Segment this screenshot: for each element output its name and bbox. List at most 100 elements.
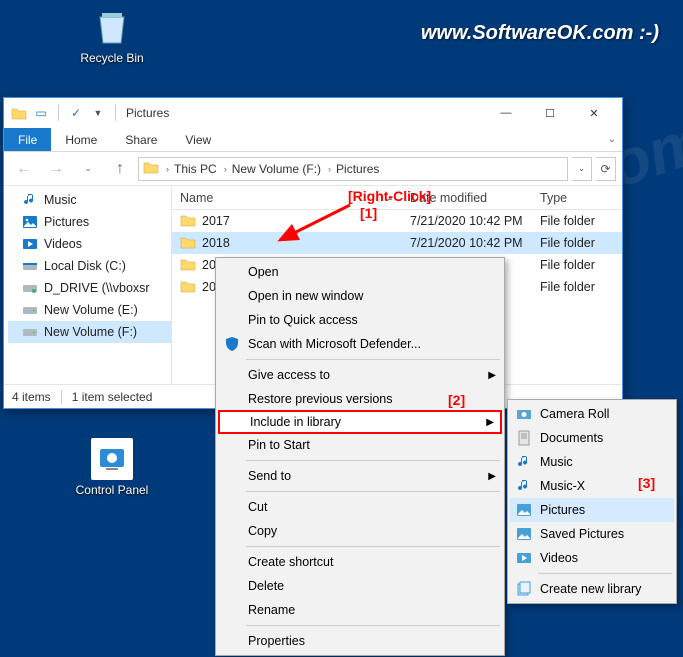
folder-icon xyxy=(180,279,196,296)
context-menu-label: Restore previous versions xyxy=(248,392,393,406)
minimize-button[interactable]: — xyxy=(484,99,528,127)
context-menu-item[interactable]: Delete xyxy=(218,574,502,598)
tree-node[interactable]: Pictures xyxy=(8,211,171,233)
control-panel-label: Control Panel xyxy=(74,483,150,497)
ribbon-expand-icon[interactable]: ⌄ xyxy=(602,128,622,151)
file-row[interactable]: 20187/21/2020 10:42 PMFile folder xyxy=(172,232,622,254)
tree-node[interactable]: Videos xyxy=(8,233,171,255)
context-menu-item[interactable]: Restore previous versions xyxy=(218,387,502,411)
library-menu-item[interactable]: Camera Roll xyxy=(510,402,674,426)
context-menu-item[interactable]: Scan with Microsoft Defender... xyxy=(218,332,502,356)
pic-icon xyxy=(22,214,38,230)
breadcrumb[interactable]: › This PC › New Volume (F:) › Pictures xyxy=(138,157,568,181)
library-menu-label: Pictures xyxy=(540,503,585,517)
chevron-right-icon: ▶ xyxy=(488,370,496,381)
breadcrumb-seg-0[interactable]: This PC xyxy=(174,162,217,176)
breadcrumb-refresh[interactable]: ⟳ xyxy=(596,157,616,181)
quick-access-toolbar: ▭ ✓ ▼ xyxy=(10,104,120,122)
maximize-button[interactable]: ☐ xyxy=(528,99,572,127)
tree-node[interactable]: New Volume (E:) xyxy=(8,299,171,321)
context-menu-item[interactable]: Create shortcut xyxy=(218,550,502,574)
context-menu-item[interactable]: Give access to▶ xyxy=(218,363,502,387)
lib-pic-icon xyxy=(515,525,533,543)
qat-newfolder-icon[interactable]: ✓ xyxy=(67,104,85,122)
ribbon-view[interactable]: View xyxy=(171,128,225,151)
library-menu-item[interactable]: Music xyxy=(510,450,674,474)
context-menu-item[interactable]: Open in new window xyxy=(218,284,502,308)
file-name: 2017 xyxy=(202,214,230,228)
context-menu-item[interactable]: Send to▶ xyxy=(218,464,502,488)
library-menu-item[interactable]: Create new library xyxy=(510,577,674,601)
breadcrumb-root-icon[interactable] xyxy=(143,160,159,177)
context-menu-item[interactable]: Include in library▶ xyxy=(218,410,502,434)
titlebar: ▭ ✓ ▼ Pictures — ☐ ✕ xyxy=(4,98,622,128)
breadcrumb-seg-2[interactable]: Pictures xyxy=(336,162,379,176)
sort-indicator-icon: ▲ xyxy=(386,193,394,202)
control-panel-icon xyxy=(91,438,133,480)
context-menu-label: Scan with Microsoft Defender... xyxy=(248,337,421,351)
context-menu-item[interactable]: Rename xyxy=(218,598,502,622)
tree-node[interactable]: New Volume (F:) xyxy=(8,321,171,343)
lib-new-icon xyxy=(515,580,533,598)
library-menu-item[interactable]: Saved Pictures xyxy=(510,522,674,546)
file-row[interactable]: 20177/21/2020 10:42 PMFile folder xyxy=(172,210,622,232)
tree-node-label: Music xyxy=(44,193,77,207)
nav-up-button[interactable]: ↑ xyxy=(106,157,134,181)
file-name: 20 xyxy=(202,280,216,294)
file-type: File folder xyxy=(532,280,622,294)
column-type[interactable]: Type xyxy=(532,191,622,205)
context-menu-item[interactable]: Copy xyxy=(218,519,502,543)
library-menu-item[interactable]: Documents xyxy=(510,426,674,450)
library-menu-label: Camera Roll xyxy=(540,407,609,421)
breadcrumb-seg-1[interactable]: New Volume (F:) xyxy=(232,162,321,176)
lib-doc-icon xyxy=(515,429,533,447)
tree-node[interactable]: D_DRIVE (\\vboxsr xyxy=(8,277,171,299)
lib-mus-icon xyxy=(515,453,533,471)
chevron-right-icon: ▶ xyxy=(488,471,496,482)
library-menu-item[interactable]: Videos xyxy=(510,546,674,570)
library-menu-label: Videos xyxy=(540,551,578,565)
tree-node[interactable]: Local Disk (C:) xyxy=(8,255,171,277)
tree-node-label: Pictures xyxy=(44,215,89,229)
nav-back-button[interactable]: ← xyxy=(10,157,38,181)
folder-icon xyxy=(180,213,196,230)
ribbon-home[interactable]: Home xyxy=(51,128,111,151)
context-menu-label: Properties xyxy=(248,634,305,648)
library-menu-label: Music xyxy=(540,455,573,469)
column-name[interactable]: Name▲ xyxy=(172,191,402,205)
control-panel[interactable]: Control Panel xyxy=(74,438,150,497)
lib-vid-icon xyxy=(515,549,533,567)
ribbon-share[interactable]: Share xyxy=(111,128,171,151)
nav-history-dropdown[interactable]: ⌄ xyxy=(74,157,102,181)
lib-pic-icon xyxy=(515,501,533,519)
nav-forward-button[interactable]: → xyxy=(42,157,70,181)
breadcrumb-dropdown[interactable]: ⌄ xyxy=(572,157,592,181)
tree-node[interactable]: Music xyxy=(8,189,171,211)
context-menu-item[interactable]: Pin to Quick access xyxy=(218,308,502,332)
qat-properties-icon[interactable]: ▭ xyxy=(32,104,50,122)
context-menu-label: Cut xyxy=(248,500,267,514)
title-text: Pictures xyxy=(126,106,169,120)
nav-row: ← → ⌄ ↑ › This PC › New Volume (F:) › Pi… xyxy=(4,152,622,186)
qat-dropdown-icon[interactable]: ▼ xyxy=(89,104,107,122)
recycle-bin[interactable]: Recycle Bin xyxy=(74,6,150,65)
status-selected-count: 1 item selected xyxy=(72,390,153,404)
context-menu-item[interactable]: Pin to Start xyxy=(218,433,502,457)
net-icon xyxy=(22,280,38,296)
context-menu-item[interactable]: Properties xyxy=(218,629,502,653)
tree-node-label: D_DRIVE (\\vboxsr xyxy=(44,281,150,295)
column-date[interactable]: Date modified xyxy=(402,191,532,205)
file-name: 2018 xyxy=(202,236,230,250)
status-item-count: 4 items xyxy=(12,390,51,404)
library-menu-item[interactable]: Pictures xyxy=(510,498,674,522)
library-menu-item[interactable]: Music-X xyxy=(510,474,674,498)
close-button[interactable]: ✕ xyxy=(572,99,616,127)
tree-node-label: Local Disk (C:) xyxy=(44,259,126,273)
drive-icon xyxy=(22,324,38,340)
context-menu-label: Pin to Quick access xyxy=(248,313,358,327)
drive-icon xyxy=(22,302,38,318)
music-icon xyxy=(22,192,38,208)
context-menu-item[interactable]: Cut xyxy=(218,495,502,519)
context-menu-item[interactable]: Open xyxy=(218,260,502,284)
ribbon-file[interactable]: File xyxy=(4,128,51,151)
